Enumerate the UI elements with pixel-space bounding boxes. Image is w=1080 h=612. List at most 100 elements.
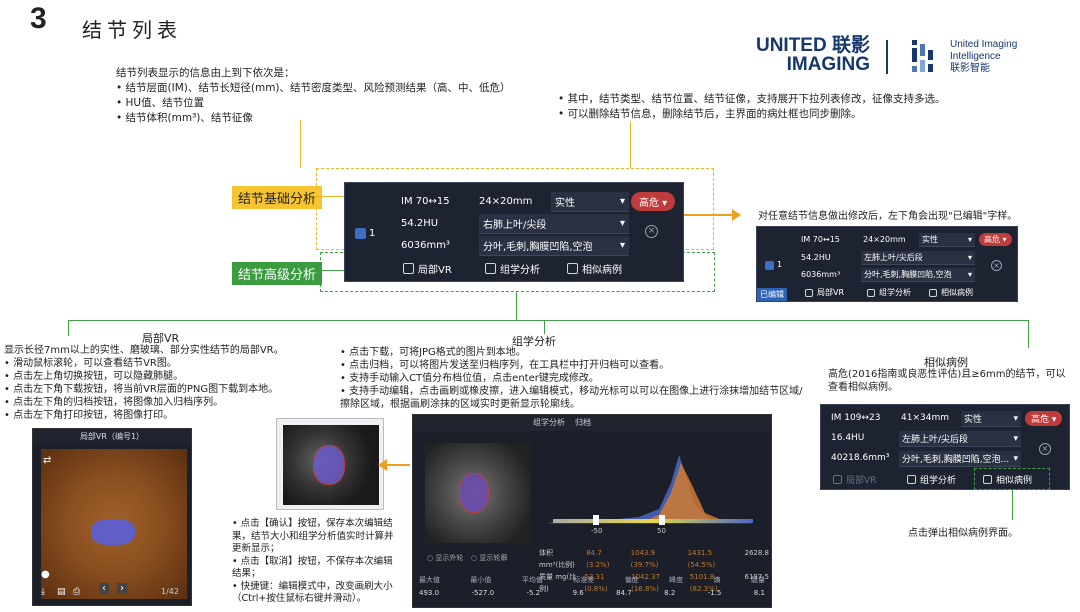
table-cell: 1043.9 (39.7%) xyxy=(630,549,659,569)
position-value: 左肺上叶/尖后段 xyxy=(864,253,923,262)
risk-value: 高危 xyxy=(984,235,1000,244)
chevron-down-icon: ▾ xyxy=(1013,433,1018,444)
connector-line xyxy=(1012,490,1013,520)
vr-desc: 显示长径7mm以上的实性、磨玻璃、部分实性结节的局部VR。 xyxy=(4,345,284,356)
print-icon[interactable]: ⎙ xyxy=(73,587,80,597)
prev-page-button[interactable]: ‹ xyxy=(99,583,109,594)
vr-window-title: 局部VR（编号1） xyxy=(33,429,191,445)
slider-handle-left[interactable] xyxy=(593,515,599,525)
similar-note: 点击弹出相似病例界面。 xyxy=(908,528,1018,539)
similar-cases-button[interactable]: 相似病例 xyxy=(929,287,973,298)
nodule-contour xyxy=(313,445,345,485)
ct-image[interactable] xyxy=(425,443,531,543)
logo-text-1: UNITED 联影 xyxy=(755,35,870,56)
logo-text-2: IMAGING xyxy=(786,54,870,75)
feature-table: 最大值 最小值 平均值 标准差 偏度 峰度 熵 能量 493.0 -527.0 -5.2 9.6 84… xyxy=(419,575,765,597)
intro-lead: 结节列表显示的信息由上到下依次是： xyxy=(116,67,295,79)
table-cell: 8.1 xyxy=(753,589,765,597)
nodule-panel: 1 IM 70↔15 24×20mm 实性 ▾ 高危 ▾ 54.2HU 右肺上叶/… xyxy=(344,182,684,282)
archive-icon[interactable]: ▤ xyxy=(57,587,66,597)
similar-cases-button[interactable]: 相似病例 xyxy=(567,261,622,276)
edited-label: 已编辑 xyxy=(760,290,784,299)
delete-icon[interactable]: × xyxy=(645,225,658,238)
radiomics-button[interactable]: 组学分析 xyxy=(485,261,540,276)
next-page-button[interactable]: › xyxy=(117,583,127,594)
vr-label: 局部VR xyxy=(817,288,845,297)
ii-line-2: Intelligence xyxy=(950,51,1001,62)
slider-handle-right[interactable] xyxy=(659,515,665,525)
list-item: 可以删除结节信息，删除结节后，主界面的病灶框也同步删除。 xyxy=(558,107,998,122)
position-select[interactable]: 右肺上叶/尖段 ▾ xyxy=(479,214,629,234)
sign-value: 分叶,毛刺,胸膜凹陷,空泡... xyxy=(902,455,1010,465)
vr-image[interactable] xyxy=(41,449,187,599)
camera-icon[interactable]: ● xyxy=(41,569,50,580)
document-icon xyxy=(567,263,578,274)
vr-button[interactable]: 局部VR xyxy=(805,287,844,298)
radiomics-tabs: 组学分析 归档 xyxy=(413,415,771,431)
position-select[interactable]: 左肺上叶/尖后段 ▾ xyxy=(861,251,975,265)
similar-desc: 高危(2016指南或良恶性评估)且≥6mm的结节，可以查看相似病例。 xyxy=(828,369,1066,393)
download-icon[interactable]: ⤓ xyxy=(41,587,45,597)
column-header: 能量 xyxy=(750,576,765,584)
sign-value: 分叶,毛刺,胸膜凹陷,空泡 xyxy=(864,270,952,279)
table-cell: 84.7 xyxy=(616,589,632,597)
edited-badge: 已编辑 xyxy=(757,288,787,301)
chevron-down-icon: ▾ xyxy=(967,235,972,244)
connector-line xyxy=(314,196,344,197)
nodule-size: 24×20mm xyxy=(863,235,906,244)
density-select[interactable]: 实性 ▾ xyxy=(551,192,629,212)
density-value: 实性 xyxy=(922,235,938,244)
ct-range-slider[interactable] xyxy=(553,519,753,523)
vr-label: 局部VR xyxy=(418,265,452,276)
table-row: 体积 mm³(比例) 84.7 (3.2%) 1043.9 (39.7%) 14… xyxy=(539,547,769,571)
vr-button[interactable]: 局部VR xyxy=(833,473,876,486)
vr-window: 局部VR（编号1） ⇄ ● ⤓ ▤ ⎙ ‹ › 1/42 xyxy=(32,428,192,606)
sign-select[interactable]: 分叶,毛刺,胸膜凹陷,空泡... ▾ xyxy=(899,451,1021,467)
switch-icon[interactable]: ⇄ xyxy=(43,455,51,466)
nodule-im: IM 109↔23 xyxy=(831,413,881,423)
similar-label: 相似病例 xyxy=(941,288,973,297)
chevron-down-icon: ▾ xyxy=(1013,453,1018,464)
nodule-size: 24×20mm xyxy=(479,196,533,207)
tab-radiomics[interactable]: 组学分析 xyxy=(533,415,565,431)
sign-select[interactable]: 分叶,毛刺,胸膜凹陷,空泡 ▾ xyxy=(861,268,975,282)
sign-select[interactable]: 分叶,毛刺,胸膜凹陷,空泡 ▾ xyxy=(479,236,629,256)
arrow-line xyxy=(384,464,410,466)
similar-label: 相似病例 xyxy=(582,265,622,276)
edited-panel: 1 IM 70↔15 24×20mm 实性 ▾ 高危 ▾ 54.2HU 左肺上叶/… xyxy=(756,226,1018,302)
risk-button[interactable]: 高危 ▾ xyxy=(1025,411,1063,426)
intro-list: 结节列表显示的信息由上到下依次是： 结节层面(IM)、结节长短径(mm)、结节密… xyxy=(116,66,556,126)
brush-icon[interactable]: ○ 显示外轮 xyxy=(427,553,463,563)
connector-line xyxy=(630,122,631,168)
connector-line xyxy=(318,270,344,271)
list-item: HU值、结节位置 xyxy=(116,96,556,111)
position-select[interactable]: 左肺上叶/尖后段 ▾ xyxy=(899,431,1021,447)
table-cell: 1431.5 (54.5%) xyxy=(687,549,716,569)
risk-button[interactable]: 高危 ▾ xyxy=(631,192,676,211)
table-cell: -527.0 xyxy=(471,589,495,597)
slider-left-value[interactable]: -50 xyxy=(591,527,602,535)
delete-icon[interactable]: × xyxy=(1039,443,1051,455)
nodule-checkbox[interactable] xyxy=(765,261,774,270)
radiomics-button[interactable]: 组学分析 xyxy=(867,287,911,298)
tree-line xyxy=(68,320,1028,321)
edit-preview xyxy=(276,418,384,510)
nodule-checkbox[interactable] xyxy=(355,228,366,239)
density-select[interactable]: 实性 ▾ xyxy=(919,233,975,247)
ct-image[interactable] xyxy=(283,425,379,505)
eraser-icon[interactable]: ○ 显示轮廓 xyxy=(471,553,507,563)
delete-icon[interactable]: × xyxy=(991,260,1002,271)
document-icon xyxy=(929,288,937,297)
radiomics-button[interactable]: 组学分析 xyxy=(907,473,956,486)
slider-right-value[interactable]: 50 xyxy=(657,527,666,535)
vr-button[interactable]: 局部VR xyxy=(403,261,452,276)
nodule-highlight xyxy=(91,519,135,545)
density-select[interactable]: 实性 ▾ xyxy=(961,411,1021,427)
arrow-head-icon xyxy=(732,209,741,221)
tab-archive[interactable]: 归档 xyxy=(575,415,591,431)
arrow-line xyxy=(684,214,734,216)
basic-analysis-tag: 结节基础分析 xyxy=(232,186,323,209)
table-cell: 84.7 (3.2%) xyxy=(586,549,610,569)
chevron-down-icon: ▾ xyxy=(1013,413,1018,424)
risk-button[interactable]: 高危 ▾ xyxy=(979,233,1012,246)
